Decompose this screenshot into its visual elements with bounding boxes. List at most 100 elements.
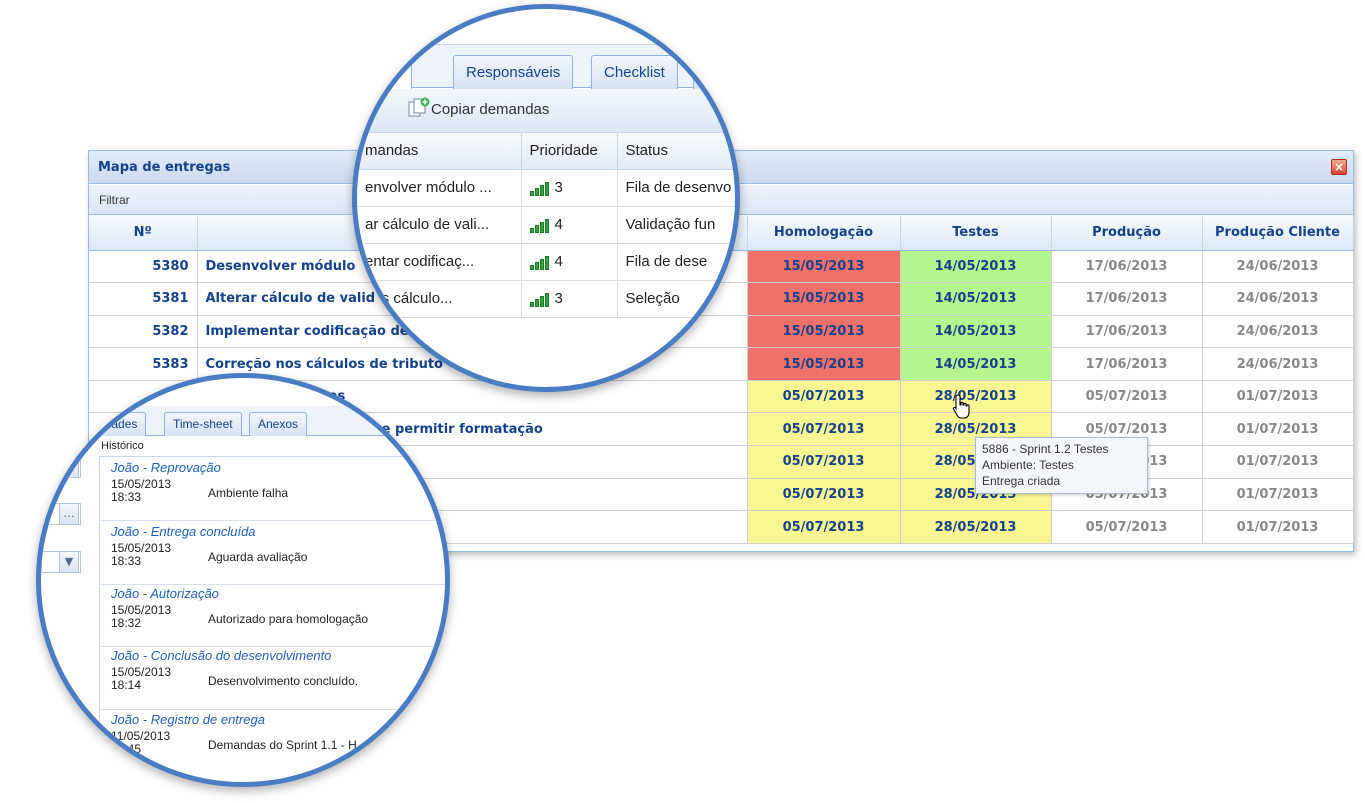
producao-cliente-date[interactable]: 01/07/2013 (1202, 380, 1354, 414)
entry-author[interactable]: João - Entrega concluída (111, 524, 411, 539)
demand-title: ar cálculo de vali... (357, 206, 522, 244)
testes-date[interactable]: 14/05/2013 (900, 347, 1052, 381)
producao-cliente-date[interactable]: 24/06/2013 (1202, 347, 1354, 381)
homologacao-date[interactable]: 15/05/2013 (747, 347, 901, 381)
header-producao[interactable]: Produção (1051, 216, 1203, 251)
testes-date[interactable]: 14/05/2013 (900, 315, 1052, 349)
entry-divider (101, 709, 445, 710)
zoom-tabstrip: andas Responsáveis Checklist S (357, 45, 735, 90)
entry-datetime: 15/05/2013 18:33 (111, 541, 172, 568)
zoom-history-tabstrip: vidades Time-sheet Anexos (41, 406, 445, 436)
tab-checklist[interactable]: Checklist (591, 55, 678, 89)
status-cell: Fila de desenvo (617, 169, 735, 207)
producao-cliente-date[interactable]: 01/07/2013 (1202, 412, 1354, 447)
table-row[interactable]: ar cálculo de vali... 4 Validação fun (357, 206, 735, 244)
testes-date[interactable]: 14/05/2013 (900, 282, 1052, 316)
demands-grid: mandas Prioridade Status envolver módulo… (357, 133, 735, 318)
producao-cliente-date[interactable]: 01/07/2013 (1202, 445, 1354, 479)
header-producao-cliente[interactable]: Produção Cliente (1202, 216, 1354, 251)
tab-atividades[interactable]: vidades (87, 412, 147, 436)
priority-cell: 3 (521, 169, 618, 207)
entry-divider (101, 646, 445, 647)
filter-button[interactable]: Filtrar (99, 193, 130, 207)
header-demandas[interactable]: mandas (357, 133, 522, 170)
history-entry: João - Reprovação 15/05/2013 18:33 Ambien… (111, 460, 411, 504)
entry-datetime: 15/05/2013 18:33 (111, 477, 172, 504)
hand-cursor-icon (952, 394, 970, 419)
demand-title: envolver módulo ... (357, 169, 522, 207)
row-number: 5380 (89, 250, 198, 284)
producao-cliente-date[interactable]: 01/07/2013 (1202, 478, 1354, 512)
homologacao-date[interactable]: 05/07/2013 (747, 445, 901, 479)
entry-author[interactable]: João - Autorização (111, 586, 411, 601)
homologacao-date[interactable]: 05/07/2013 (747, 510, 901, 544)
chevron-down-icon[interactable]: ▼ (59, 551, 79, 573)
testes-date[interactable]: 28/05/2013 (900, 380, 1052, 414)
header-homologacao[interactable]: Homologação (747, 216, 901, 251)
entry-text: Demandas do Sprint 1.1 - H (208, 738, 357, 752)
demand-title: nos cálculo... (357, 280, 522, 318)
ellipsis-button[interactable]: … (59, 503, 79, 525)
chevron-down-icon[interactable]: ▼ (59, 456, 79, 478)
producao-date[interactable]: 17/06/2013 (1051, 315, 1203, 349)
producao-cliente-date[interactable]: 01/07/2013 (1202, 510, 1354, 544)
table-row[interactable]: 5382 Implementar codificação de 15/05/20… (89, 315, 1354, 349)
header-prioridade[interactable]: Prioridade (521, 133, 618, 170)
tooltip-line: Entrega criada (982, 474, 1061, 488)
header-status[interactable]: Status (617, 133, 735, 170)
homologacao-date[interactable]: 05/07/2013 (747, 380, 901, 414)
producao-date[interactable]: 17/06/2013 (1051, 282, 1203, 316)
homologacao-date[interactable]: 15/05/2013 (747, 315, 901, 349)
homologacao-date[interactable]: 15/05/2013 (747, 282, 901, 316)
homologacao-date[interactable]: 15/05/2013 (747, 250, 901, 284)
zoom-toolbar: lver Copiar demandas (357, 89, 735, 133)
priority-cell: 3 (521, 280, 618, 318)
producao-date[interactable]: 17/06/2013 (1051, 347, 1203, 381)
producao-date[interactable]: 05/07/2013 (1051, 510, 1203, 544)
close-icon[interactable]: × (1331, 159, 1347, 175)
tab-responsaveis[interactable]: Responsáveis (453, 55, 574, 89)
homologacao-date[interactable]: 05/07/2013 (747, 412, 901, 447)
delivery-tooltip: 5886 - Sprint 1.2 Testes Ambiente: Teste… (975, 437, 1148, 494)
entry-author[interactable]: João - Registro de entrega (111, 712, 411, 727)
entry-author[interactable]: João - Reprovação (111, 460, 411, 475)
zoom-historico: vidades Time-sheet Anexos Histórico ▼ … … (36, 373, 450, 787)
priority-value: 4 (554, 215, 563, 233)
history-entry: João - Autorização 15/05/2013 18:32 Autor… (111, 586, 411, 630)
table-row[interactable]: nos cálculo... 3 Seleção (357, 280, 735, 318)
entry-text: Autorizado para homologação (208, 612, 369, 626)
history-label: Histórico (101, 440, 144, 452)
testes-date[interactable]: 28/05/2013 (900, 510, 1052, 544)
priority-bars-icon (529, 217, 549, 234)
header-number[interactable]: Nº (89, 216, 198, 251)
entry-divider (101, 584, 445, 585)
entry-datetime: 15/05/2013 18:32 (111, 603, 172, 630)
history-entry: João - Registro de entrega 11/05/2013 17:… (111, 712, 411, 756)
history-entry: João - Entrega concluída 15/05/2013 18:33… (111, 524, 411, 568)
producao-cliente-date[interactable]: 24/06/2013 (1202, 250, 1354, 284)
entry-text: Desenvolvimento concluído. (208, 674, 359, 688)
table-row[interactable]: envolver módulo ... 3 Fila de desenvo (357, 169, 735, 207)
testes-date[interactable]: 14/05/2013 (900, 250, 1052, 284)
toolbar-prev-button[interactable]: lver (357, 101, 377, 118)
tab-demandas[interactable]: andas (357, 55, 413, 90)
homologacao-date[interactable]: 05/07/2013 (747, 478, 901, 512)
producao-cliente-date[interactable]: 24/06/2013 (1202, 282, 1354, 316)
tab-more[interactable]: S (693, 55, 730, 89)
priority-value: 3 (554, 178, 563, 196)
tab-time-sheet[interactable]: Time-sheet (164, 412, 242, 436)
history-entry: João - Conclusão do desenvolvimento 15/0… (111, 648, 411, 692)
producao-date[interactable]: 05/07/2013 (1051, 380, 1203, 414)
table-row[interactable]: entar codificaç... 4 Fila de dese (357, 243, 735, 281)
header-testes[interactable]: Testes (900, 216, 1052, 251)
entry-divider (101, 520, 445, 521)
producao-cliente-date[interactable]: 24/06/2013 (1202, 315, 1354, 349)
entry-author[interactable]: João - Conclusão do desenvolvimento (111, 648, 411, 663)
priority-bars-icon (529, 291, 549, 308)
demand-title: entar codificaç... (357, 243, 522, 281)
producao-date[interactable]: 17/06/2013 (1051, 250, 1203, 284)
status-cell: Seleção (617, 280, 735, 318)
tab-anexos[interactable]: Anexos (249, 412, 308, 436)
entry-text: Aguarda avaliação (208, 550, 308, 564)
copy-demands-button[interactable]: Copiar demandas (431, 101, 549, 118)
